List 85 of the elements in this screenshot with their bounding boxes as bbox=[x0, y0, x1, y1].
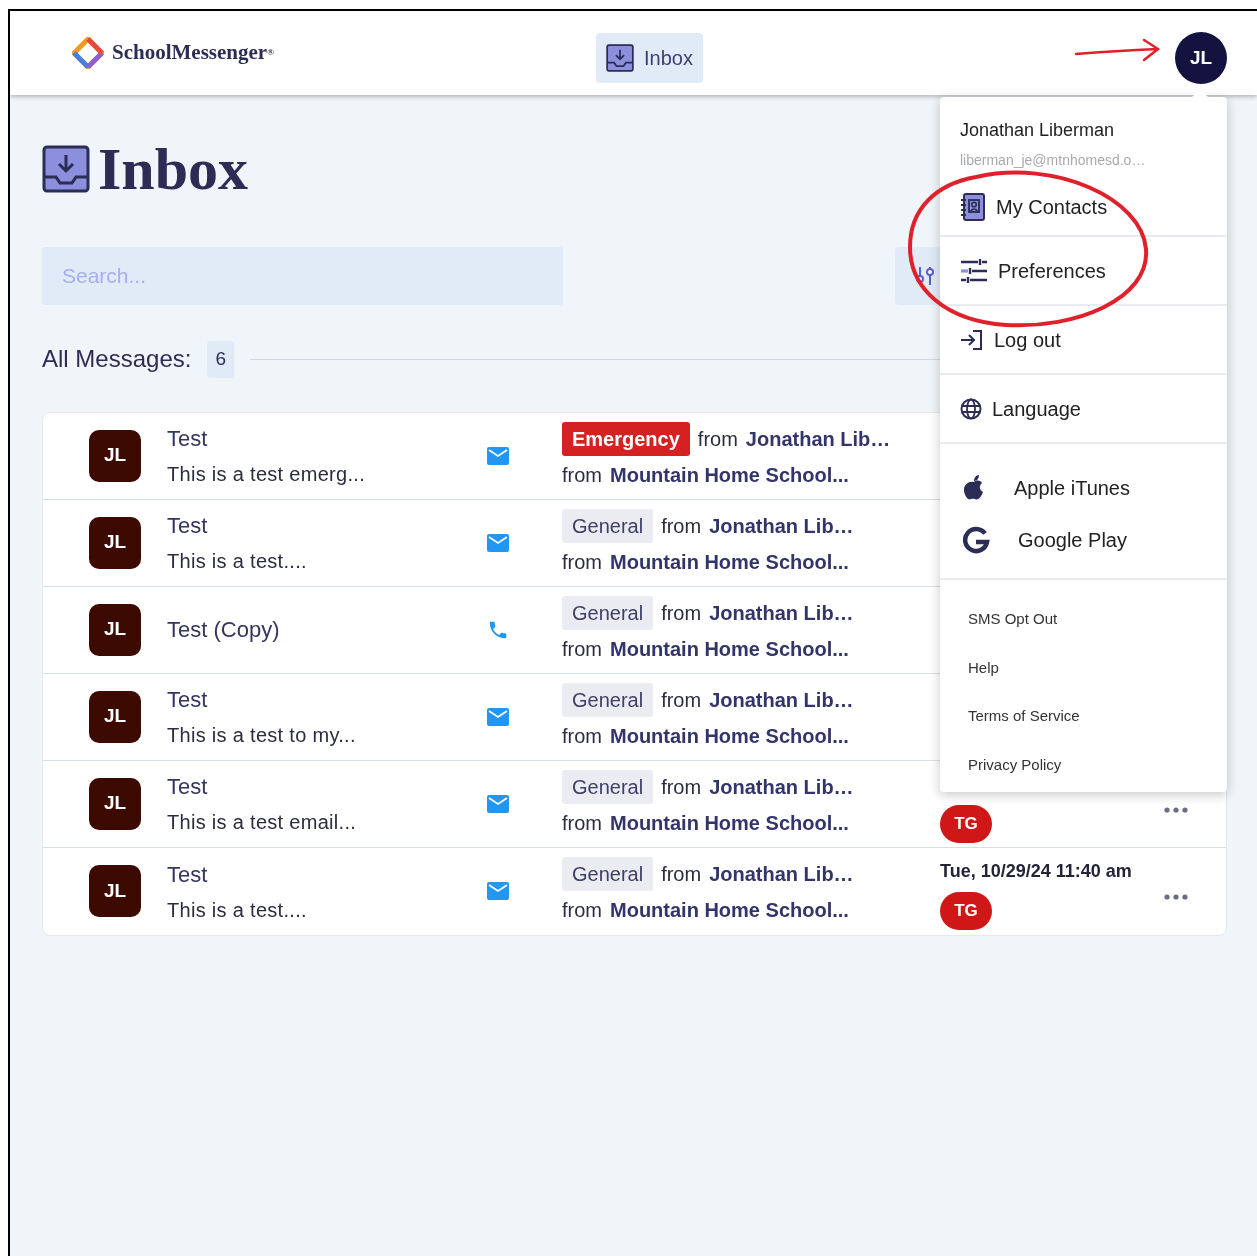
sender-name: Jonathan Lib… bbox=[745, 426, 891, 452]
from-label: from bbox=[661, 687, 702, 713]
messages-label: All Messages: bbox=[42, 344, 192, 375]
footer-link[interactable]: Help bbox=[940, 656, 1027, 679]
category-tag: General bbox=[562, 595, 654, 630]
menu-item[interactable]: Preferences bbox=[940, 237, 1227, 306]
sender-name: Jonathan Lib… bbox=[709, 687, 854, 713]
footer-link[interactable]: SMS Opt Out bbox=[940, 608, 1086, 631]
sender-avatar: JL bbox=[89, 777, 141, 830]
app-link[interactable]: Apple iTunes bbox=[940, 462, 1152, 514]
sender-name: Jonathan Lib… bbox=[709, 862, 854, 887]
sender-avatar: JL bbox=[89, 516, 141, 569]
user-name: Jonathan Liberman bbox=[960, 119, 1116, 142]
school-name: Mountain Home School... bbox=[610, 549, 849, 575]
from-label: from bbox=[661, 862, 702, 887]
logo-icon bbox=[72, 37, 104, 69]
message-preview: This is a test emerg... bbox=[167, 462, 367, 487]
message-title[interactable]: Test bbox=[167, 857, 487, 891]
menu-item[interactable]: Log out bbox=[940, 306, 1227, 375]
envelope-icon bbox=[487, 882, 509, 900]
message-preview: This is a test.... bbox=[167, 549, 308, 574]
school-name: Mountain Home School... bbox=[610, 636, 849, 662]
sliders-icon bbox=[960, 257, 988, 284]
from-label: from bbox=[562, 549, 602, 575]
footer-link[interactable]: Privacy Policy bbox=[940, 753, 1090, 776]
menu-item[interactable]: My Contacts bbox=[940, 179, 1227, 237]
menu-item[interactable]: Language bbox=[940, 375, 1227, 444]
message-count: 6 bbox=[207, 341, 234, 378]
school-name: Mountain Home School... bbox=[610, 723, 849, 749]
address-book-icon bbox=[960, 193, 986, 221]
sender-avatar: JL bbox=[89, 690, 141, 743]
message-preview: This is a test to my... bbox=[167, 723, 357, 748]
envelope-icon bbox=[487, 446, 509, 465]
message-title[interactable]: Test bbox=[167, 422, 487, 455]
message-preview: This is a test email... bbox=[167, 810, 358, 835]
message-date: Tue, 10/29/24 11:40 am bbox=[940, 859, 1132, 883]
apple-icon bbox=[962, 474, 986, 502]
from-label: from bbox=[661, 513, 702, 539]
school-name: Mountain Home School... bbox=[610, 462, 849, 488]
message-preview: This is a test.... bbox=[167, 897, 308, 923]
nav-tab[interactable]: Inbox bbox=[596, 33, 703, 83]
category-tag: General bbox=[562, 769, 654, 804]
category-tag: General bbox=[562, 508, 654, 543]
sender-name: Jonathan Lib… bbox=[709, 600, 854, 626]
from-label: from bbox=[697, 426, 738, 452]
sender-name: Jonathan Lib… bbox=[709, 513, 854, 539]
envelope-icon bbox=[487, 707, 509, 726]
envelope-icon bbox=[487, 794, 509, 813]
footer-link[interactable]: Terms of Service bbox=[940, 705, 1108, 728]
logo-text: SchoolMessenger$^{®}$ bbox=[112, 39, 274, 67]
more-options-icon[interactable] bbox=[1164, 893, 1188, 900]
user-email: liberman_je@mtnhomesd.o… bbox=[960, 151, 1147, 170]
from-label: from bbox=[562, 462, 602, 488]
page-title: Inbox bbox=[98, 139, 249, 199]
category-tag: General bbox=[562, 682, 654, 717]
more-options-icon[interactable] bbox=[1164, 806, 1188, 813]
globe-icon bbox=[960, 397, 982, 420]
inbox-icon bbox=[606, 44, 635, 72]
message-title[interactable]: Test bbox=[167, 770, 487, 803]
from-label: from bbox=[661, 774, 702, 800]
category-tag: General bbox=[562, 857, 654, 891]
google-icon bbox=[962, 526, 990, 554]
inbox-icon bbox=[42, 145, 90, 193]
logout-icon bbox=[960, 328, 984, 351]
sender-avatar: JL bbox=[89, 865, 141, 917]
message-title[interactable]: Test bbox=[167, 509, 487, 542]
category-tag: Emergency bbox=[562, 421, 690, 456]
recipient-badge: TG bbox=[940, 891, 992, 930]
recipient-badge: TG bbox=[940, 804, 992, 843]
search-field[interactable]: Search... bbox=[42, 247, 563, 305]
school-name: Mountain Home School... bbox=[610, 898, 849, 923]
school-name: Mountain Home School... bbox=[610, 810, 849, 836]
from-label: from bbox=[562, 723, 602, 749]
message-title[interactable]: Test bbox=[167, 683, 487, 716]
user-avatar[interactable]: JL bbox=[1175, 32, 1227, 84]
from-label: from bbox=[661, 600, 702, 626]
sender-name: Jonathan Lib… bbox=[709, 774, 854, 800]
from-label: from bbox=[562, 898, 602, 923]
from-label: from bbox=[562, 810, 602, 836]
sender-avatar: JL bbox=[89, 429, 141, 482]
from-label: from bbox=[562, 636, 602, 662]
app-link[interactable]: Google Play bbox=[940, 514, 1149, 566]
envelope-icon bbox=[487, 533, 509, 552]
sender-avatar: JL bbox=[89, 603, 141, 656]
message-title[interactable]: Test (Copy) bbox=[167, 613, 487, 646]
